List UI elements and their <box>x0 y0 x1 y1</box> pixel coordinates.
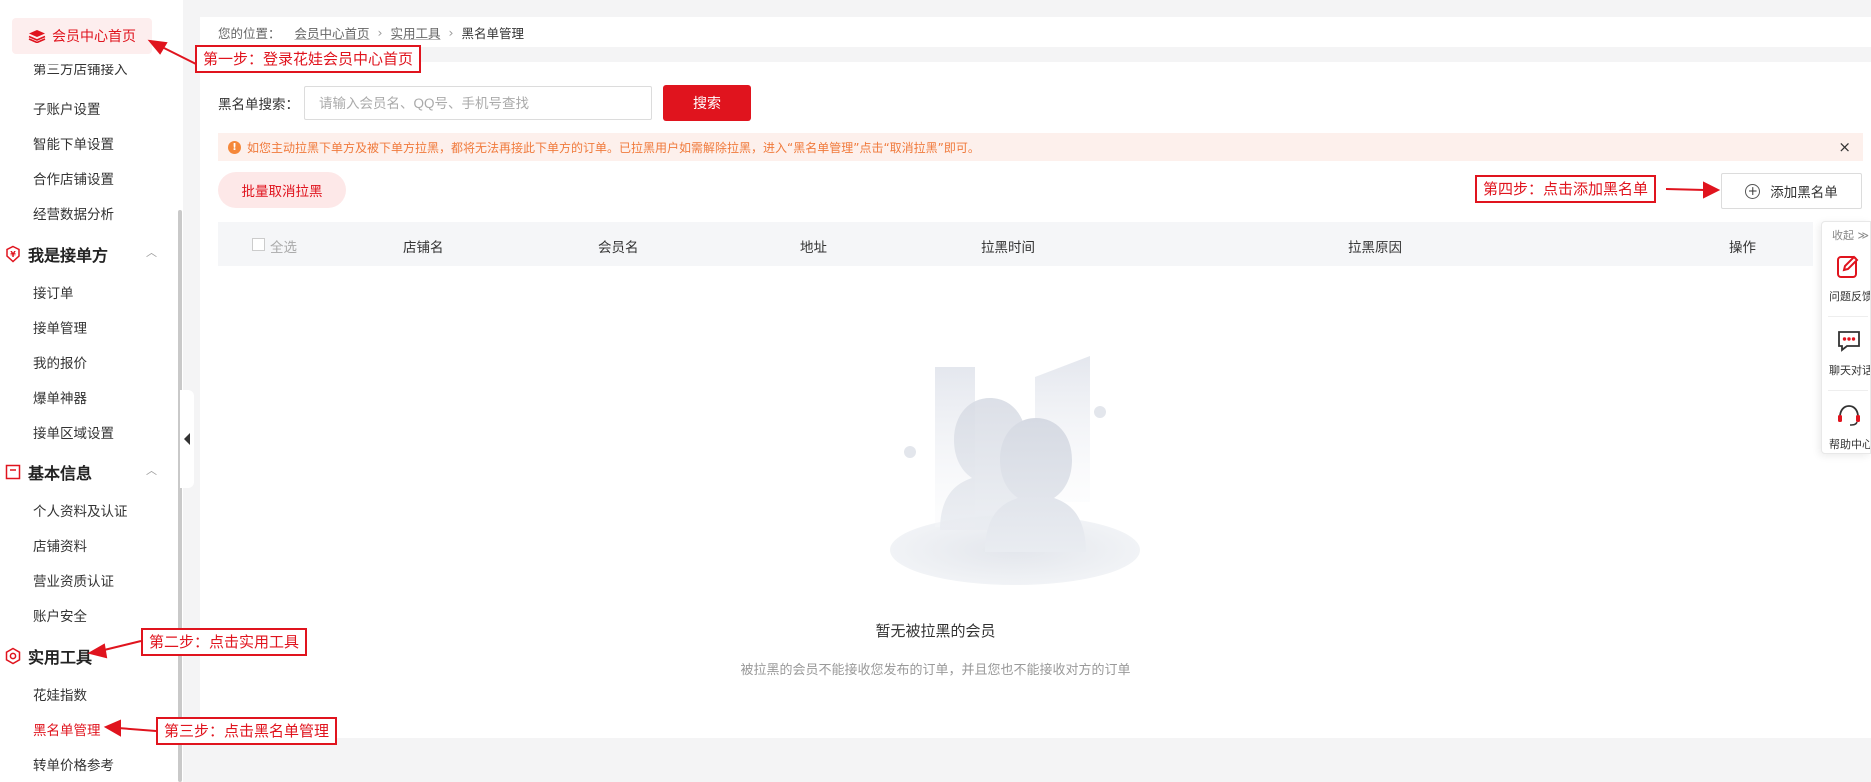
notice-text: 如您主动拉黑下单方及被下单方拉黑，都将无法再接此下单方的订单。已拉黑用户如需解除… <box>247 140 980 155</box>
sidebar-home-label: 会员中心首页 <box>52 29 136 45</box>
sidebar-item-region-settings[interactable]: 接单区域设置 <box>33 422 114 442</box>
float-divider <box>1828 390 1868 391</box>
sidebar-collapse-toggle[interactable] <box>180 390 194 488</box>
profile-card-icon <box>5 464 21 480</box>
sidebar-item-blacklist[interactable]: 黑名单管理 <box>33 719 101 739</box>
group-basic-header[interactable]: 基本信息 ︿ <box>4 460 157 484</box>
sidebar-item-profile[interactable]: 个人资料及认证 <box>33 500 128 520</box>
chevron-right-icon: › <box>448 24 454 40</box>
caret-left-icon <box>184 433 190 445</box>
breadcrumb: 您的位置： 会员中心首页 › 实用工具 › 黑名单管理 <box>200 17 1871 47</box>
sidebar-item-booster[interactable]: 爆单神器 <box>33 387 87 407</box>
sidebar-item-order-management[interactable]: 接单管理 <box>33 317 87 337</box>
fold-toolbar-link[interactable]: 收起 ≫ <box>1832 227 1869 243</box>
float-toolbar: 收起 ≫ 问题反馈 聊天对话 帮助中心 <box>1821 221 1871 454</box>
select-all-label[interactable]: 全选 <box>270 236 297 256</box>
breadcrumb-prefix: 您的位置： <box>218 25 281 41</box>
sidebar-item-partner-shops[interactable]: 合作店铺设置 <box>33 168 114 188</box>
sidebar-item-index[interactable]: 花娃指数 <box>33 684 87 704</box>
search-button[interactable]: 搜索 <box>663 85 751 121</box>
bulk-unblock-button[interactable]: 批量取消拉黑 <box>218 172 346 208</box>
feedback-button[interactable]: 问题反馈 <box>1822 244 1871 314</box>
col-address: 地址 <box>800 240 827 256</box>
svg-text:¥: ¥ <box>10 250 16 259</box>
breadcrumb-tools-link[interactable]: 实用工具 <box>391 23 441 42</box>
help-center-button[interactable]: 帮助中心 <box>1822 392 1871 453</box>
info-icon: ! <box>228 140 241 154</box>
search-input[interactable] <box>304 86 652 120</box>
search-label: 黑名单搜索： <box>218 97 299 113</box>
sidebar-item-price-reference[interactable]: 转单价格参考 <box>33 754 114 774</box>
sidebar-item-business-analysis[interactable]: 经营数据分析 <box>33 203 114 223</box>
col-block-time: 拉黑时间 <box>981 240 1035 256</box>
col-actions: 操作 <box>1729 240 1756 256</box>
annotation-step2: 第二步：点击实用工具 <box>141 628 308 656</box>
sidebar-item-third-party[interactable]: 第三方店铺接入 <box>33 64 128 76</box>
headset-icon <box>1838 405 1860 426</box>
annotation-step4: 第四步：点击添加黑名单 <box>1475 175 1657 203</box>
chevron-up-icon: ︿ <box>146 464 157 477</box>
empty-members-illustration <box>890 356 1140 585</box>
breadcrumb-current: 黑名单管理 <box>461 25 525 41</box>
sidebar-item-my-quote[interactable]: 我的报价 <box>33 352 87 372</box>
help-center-label: 帮助中心 <box>1829 438 1871 451</box>
sidebar-item-subaccount[interactable]: 子账户设置 <box>33 98 101 118</box>
sidebar-item-smart-order[interactable]: 智能下单设置 <box>33 133 114 153</box>
select-all-checkbox[interactable] <box>252 238 265 251</box>
chat-label: 聊天对话 <box>1829 364 1871 377</box>
sidebar-home-button[interactable]: 会员中心首页 <box>12 18 152 54</box>
group-receive-title: 我是接单方 <box>28 246 109 265</box>
close-icon[interactable]: × <box>1838 138 1851 156</box>
sidebar-item-qualification[interactable]: 营业资质认证 <box>33 570 114 590</box>
breadcrumb-home-link[interactable]: 会员中心首页 <box>295 23 370 42</box>
group-basic-title: 基本信息 <box>28 464 93 483</box>
add-blacklist-button[interactable]: + 添加黑名单 <box>1721 173 1862 209</box>
chevron-right-icon: › <box>377 24 383 40</box>
annotation-step1: 第一步：登录花娃会员中心首页 <box>195 45 422 73</box>
sidebar-item-shop-info[interactable]: 店铺资料 <box>33 535 87 555</box>
sidebar-item-receive-orders[interactable]: 接订单 <box>33 282 74 302</box>
float-divider <box>1828 316 1868 317</box>
group-receive-header[interactable]: ¥ 我是接单方 ︿ <box>4 242 157 266</box>
layers-icon <box>28 30 46 43</box>
sidebar-scrollbar[interactable] <box>178 210 182 782</box>
annotation-step3: 第三步：点击黑名单管理 <box>156 717 338 745</box>
edit-icon <box>1837 255 1859 278</box>
col-member-name: 会员名 <box>598 240 639 256</box>
col-block-reason: 拉黑原因 <box>1348 240 1402 256</box>
add-blacklist-label: 添加黑名单 <box>1770 185 1838 201</box>
feedback-label: 问题反馈 <box>1829 290 1871 303</box>
chevron-up-icon: ︿ <box>146 246 157 259</box>
col-shop-name: 店铺名 <box>403 240 444 256</box>
chat-bubble-icon <box>1838 331 1860 352</box>
table-header: 全选 店铺名 会员名 地址 拉黑时间 拉黑原因 操作 <box>218 222 1813 266</box>
chat-button[interactable]: 聊天对话 <box>1822 318 1871 388</box>
plus-circle-icon: + <box>1745 183 1761 199</box>
notice-bar: ! 如您主动拉黑下单方及被下单方拉黑，都将无法再接此下单方的订单。已拉黑用户如需… <box>218 133 1863 161</box>
empty-subtitle: 被拉黑的会员不能接收您发布的订单，并且您也不能接收对方的订单 <box>740 663 1131 678</box>
badge-icon: ¥ <box>6 245 20 263</box>
